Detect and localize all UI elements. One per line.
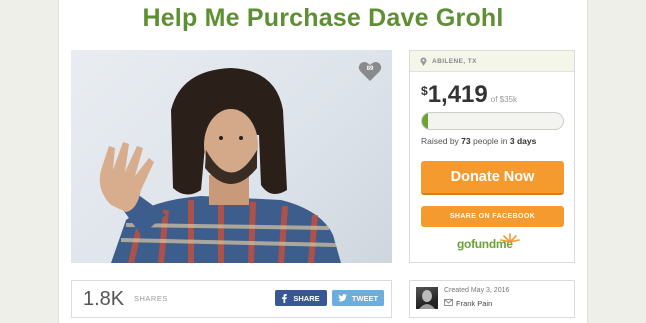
creator-avatar[interactable] [416,287,438,309]
donor-count: 73 [461,136,471,146]
logo-part-fund: fund [471,237,496,251]
location-text: ABILENE, TX [432,57,477,65]
gofundme-logo[interactable]: gofundme [457,233,521,251]
mail-icon[interactable] [444,299,453,306]
raised-prefix: Raised by [421,136,462,146]
twitter-bird-icon [337,294,347,302]
share-count: 1.8K [83,288,125,310]
favorite-count: 89 [366,66,374,72]
logo-sun-icon [499,233,520,243]
amount-raised: $ 1,419 of $35k [421,81,517,109]
twitter-tweet-button[interactable]: TWEET [332,290,384,306]
logo-part-go: go [457,237,472,251]
progress-fill [422,113,428,129]
goal-text: of $35k [490,95,517,104]
progress-bar [421,112,564,130]
created-date: Created May 3, 2016 [444,287,510,294]
person-photo-illustration [99,68,341,263]
donation-sidebar: ABILENE, TX $ 1,419 of $35k Raised by 73… [409,50,575,263]
facebook-share-button[interactable]: SHARE [275,290,327,306]
raised-summary: Raised by 73 people in 3 days [421,136,536,146]
facebook-icon [282,293,288,303]
raised-mid: people in [470,136,510,146]
campaign-title: Help Me Purchase Dave Grohl [142,4,504,32]
donate-button[interactable]: Donate Now [421,161,564,195]
amount-value: 1,419 [427,81,488,108]
campaign-photo [71,50,392,263]
share-bar: 1.8K SHARES SHARE TWEET [71,280,392,318]
creator-info: Created May 3, 2016 Frank Pain [409,280,575,318]
location-bar: ABILENE, TX [410,51,574,72]
creator-name[interactable]: Frank Pain [456,299,492,308]
avatar-image [419,290,435,309]
share-on-facebook-button[interactable]: SHARE ON FACEBOOK [421,206,564,227]
share-count-label: SHARES [134,294,168,303]
days-count: 3 days [509,136,537,146]
share-label: SHARE [293,293,320,303]
location-pin-icon [420,56,427,66]
tweet-label: TWEET [351,293,379,303]
currency-symbol: $ [421,84,428,98]
favorite-button[interactable]: 89 [358,60,382,82]
